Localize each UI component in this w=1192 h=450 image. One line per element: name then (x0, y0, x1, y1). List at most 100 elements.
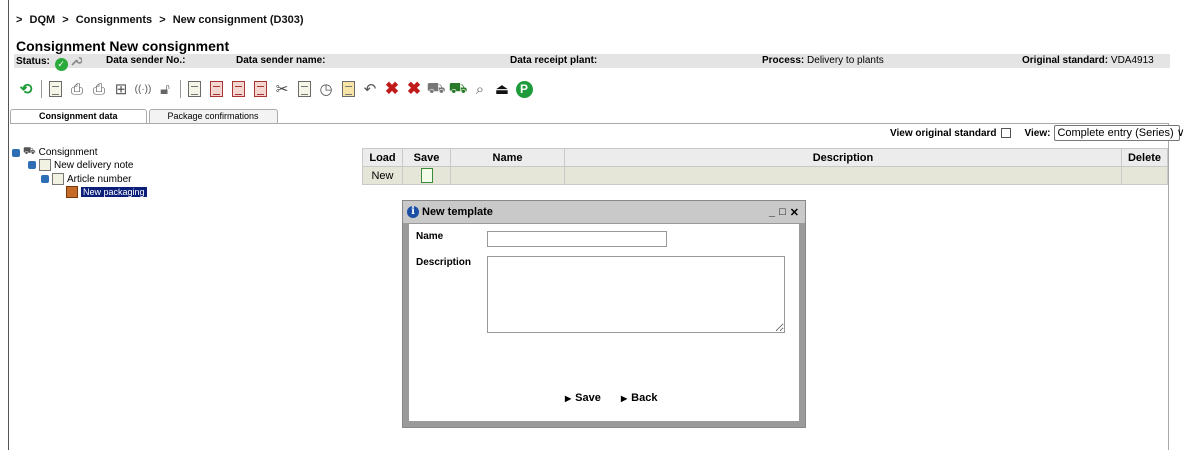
breadcrumb-consignments[interactable]: Consignments (76, 14, 152, 26)
document-red-2-icon[interactable] (228, 79, 248, 99)
column-header-save: Save (402, 148, 451, 167)
dialog-header[interactable]: i New template _ □ ✕ (403, 201, 805, 223)
print-icon[interactable]: ⎙ (67, 79, 87, 99)
column-header-name: Name (450, 148, 565, 167)
tree-node-label: Article number (67, 173, 132, 185)
name-cell (450, 166, 565, 185)
package-icon (66, 186, 78, 198)
document-icon (52, 173, 64, 185)
document-icon (39, 159, 51, 171)
breadcrumb-sep: > (62, 14, 69, 26)
view-label: View: (1024, 127, 1051, 139)
tree-node-label: New packaging (81, 187, 147, 197)
collapse-icon[interactable] (12, 148, 20, 157)
triangle-right-icon: ▶ (621, 394, 628, 403)
page-title: Consignment New consignment (16, 38, 230, 54)
print-all-icon[interactable]: ⎙ (89, 79, 109, 99)
collapse-icon[interactable] (28, 161, 36, 169)
load-cell[interactable]: New (362, 166, 403, 185)
toolbar-separator (180, 80, 181, 98)
preview-icon[interactable]: ⌕ (470, 79, 490, 99)
description-label: Description (416, 257, 472, 268)
column-header-delete: Delete (1121, 148, 1168, 167)
export-icon[interactable] (338, 79, 358, 99)
truck-icon[interactable]: ⛟ (426, 79, 446, 99)
document-red-3-icon[interactable] (250, 79, 270, 99)
view-original-checkbox[interactable] (1000, 128, 1011, 138)
back-button[interactable]: ▶ Back (621, 392, 657, 404)
delete-all-icon[interactable]: ✖ (404, 79, 424, 99)
breadcrumb-sep: > (16, 14, 23, 26)
wrench-icon[interactable] (70, 55, 83, 67)
document-red-icon[interactable] (206, 79, 226, 99)
new-document-icon[interactable] (45, 79, 65, 99)
dialog-title: New template (422, 206, 493, 218)
back-button-label: Back (631, 392, 658, 404)
tree-node-delivery-note[interactable]: New delivery note (28, 159, 133, 171)
refresh-icon[interactable]: ⟲ (16, 79, 36, 99)
status-bar: Status: ✓ Data sender No.: Data sender n… (14, 54, 1170, 71)
status-label: Status: (16, 56, 50, 67)
table-row: New (362, 166, 1168, 185)
left-border (8, 0, 9, 450)
name-label: Name (416, 231, 444, 242)
view-original-label: View original standard (890, 127, 997, 139)
paste-icon[interactable] (294, 79, 314, 99)
new-template-dialog: i New template _ □ ✕ Name Description ▶ S… (402, 200, 806, 428)
delete-cell (1121, 166, 1168, 185)
data-receipt-plant-label: Data receipt plant: (510, 55, 598, 66)
signal-icon[interactable]: ((·)) (133, 79, 153, 99)
view-select[interactable]: Complete entry (Series) ∨ (1054, 125, 1185, 141)
tab-bar: Consignment data Package confirmations (10, 109, 280, 124)
column-header-load: Load (362, 148, 403, 167)
tab-package-confirmations[interactable]: Package confirmations (148, 109, 278, 124)
save-button[interactable]: ▶ Save (565, 392, 601, 404)
name-input[interactable] (487, 231, 667, 247)
tab-divider (10, 123, 1169, 124)
original-standard-label: Original standard: (1022, 55, 1109, 66)
description-textarea[interactable] (487, 256, 785, 333)
cut-icon[interactable]: ✂ (272, 79, 292, 99)
collapse-icon[interactable] (41, 175, 49, 183)
column-header-description: Description (564, 148, 1122, 167)
parking-icon[interactable]: P (514, 79, 534, 99)
view-bar: View original standard View: Complete en… (890, 125, 1185, 141)
description-cell (564, 166, 1122, 185)
toolbar-separator (41, 80, 42, 98)
truck-icon: ⛟ (23, 146, 36, 157)
save-template-icon[interactable] (402, 166, 451, 185)
toolbar: ⟲ ⎙ ⎙ ⊞ ((·)) 🔓︎ ✂ ◷ ↶ ✖ ✖ ⛟ ⛟ ⌕ ⏏ P (16, 78, 536, 100)
breadcrumb-current: New consignment (D303) (172, 14, 304, 26)
truck-send-icon[interactable]: ⛟ (448, 79, 468, 99)
dialog-body: Name Description ▶ Save ▶ Back (409, 224, 799, 421)
breadcrumb-dqm[interactable]: DQM (30, 14, 56, 26)
triangle-right-icon: ▶ (565, 394, 572, 403)
tree-node-consignment[interactable]: ⛟ Consignment (12, 146, 98, 159)
tree-node-label: New delivery note (54, 159, 134, 171)
maximize-icon[interactable]: □ (779, 206, 786, 219)
close-icon[interactable]: ✕ (790, 206, 799, 219)
tree-node-packaging[interactable]: New packaging (66, 186, 147, 198)
breadcrumb-sep: > (159, 14, 166, 26)
unlock-icon[interactable]: 🔓︎ (155, 79, 175, 99)
history-icon[interactable]: ◷ (316, 79, 336, 99)
tree-node-label: Consignment (38, 147, 98, 158)
dialog-controls: _ □ ✕ (769, 206, 799, 219)
process-label: Process: (762, 55, 805, 66)
process-value: Delivery to plants (807, 55, 884, 66)
template-table: Load Save Name Description Delete New (362, 148, 1168, 185)
status-ok-icon: ✓ (54, 58, 68, 71)
info-icon: i (407, 206, 419, 218)
tab-consignment-data[interactable]: Consignment data (10, 109, 147, 124)
minimize-icon[interactable]: _ (769, 206, 775, 219)
right-border (1168, 123, 1169, 450)
undo-icon[interactable]: ↶ (360, 79, 380, 99)
original-standard-value: VDA4913 (1110, 55, 1154, 66)
delete-icon[interactable]: ✖ (382, 79, 402, 99)
structure-icon[interactable]: ⊞ (111, 79, 131, 99)
document-icon[interactable] (184, 79, 204, 99)
breadcrumb: > DQM > Consignments > New consignment (… (16, 14, 308, 26)
tree-node-article-number[interactable]: Article number (41, 173, 131, 185)
weight-icon[interactable]: ⏏ (492, 79, 512, 99)
data-sender-no-label: Data sender No.: (106, 55, 186, 66)
